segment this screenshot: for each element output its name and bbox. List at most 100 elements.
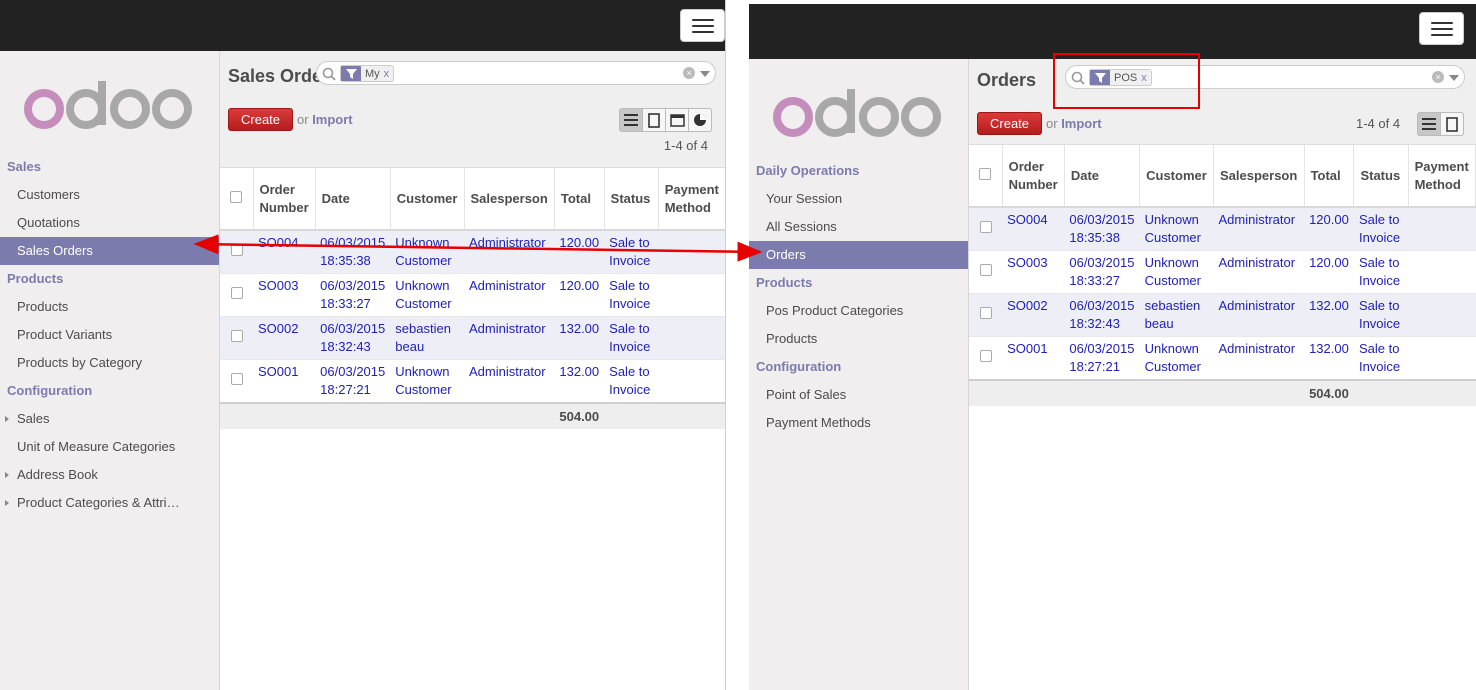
select-all-checkbox[interactable] bbox=[230, 190, 243, 203]
footer-cell bbox=[1064, 379, 1140, 406]
sidebar-item[interactable]: Orders bbox=[749, 241, 968, 269]
hamburger-menu-icon[interactable] bbox=[1419, 12, 1464, 45]
footer-cell bbox=[1213, 379, 1305, 406]
column-header[interactable]: Total bbox=[1304, 145, 1355, 208]
column-header[interactable]: Date bbox=[315, 168, 391, 231]
sidebar-item[interactable]: Products bbox=[749, 325, 968, 353]
cell-customer: sebastien beau bbox=[390, 316, 464, 360]
sidebar-item[interactable]: Sales bbox=[0, 405, 219, 433]
row-checkbox-cell bbox=[969, 206, 1003, 251]
main-content: Orders POS x × Create or Import 1-4 of 4… bbox=[969, 59, 1476, 690]
row-checkbox[interactable] bbox=[979, 350, 992, 362]
column-header[interactable]: Customer bbox=[390, 168, 465, 231]
search-input[interactable]: My x × bbox=[316, 61, 716, 85]
footer-cell bbox=[390, 402, 464, 429]
column-header[interactable]: Status bbox=[604, 168, 659, 231]
clear-search-icon[interactable]: × bbox=[1432, 71, 1444, 83]
cell-customer: Unknown Customer bbox=[390, 229, 464, 274]
odoo-logo bbox=[773, 89, 941, 137]
table-row[interactable]: SO004 06/03/2015 18:35:38 Unknown Customer… bbox=[220, 229, 725, 274]
sidebar-item[interactable]: Address Book bbox=[0, 461, 219, 489]
cell-total: 120.00 bbox=[554, 229, 605, 274]
expand-caret-icon[interactable] bbox=[5, 472, 9, 478]
select-all-checkbox-cell bbox=[969, 145, 1003, 208]
column-header[interactable]: Salesperson bbox=[464, 168, 555, 231]
orders-table: Order Number Date Customer Salesperson Total… bbox=[220, 168, 725, 429]
total-sum: 504.00 bbox=[554, 402, 605, 429]
table-row[interactable]: SO001 06/03/2015 18:27:21 Unknown Customer… bbox=[969, 336, 1476, 380]
sidebar-item-label: Configuration bbox=[7, 383, 93, 398]
table-row[interactable]: SO004 06/03/2015 18:35:38 Unknown Customer… bbox=[969, 206, 1476, 251]
import-link[interactable]: Import bbox=[1061, 116, 1101, 131]
hamburger-menu-icon[interactable] bbox=[680, 9, 725, 42]
sidebar-section-heading: Daily Operations bbox=[749, 157, 968, 185]
calendar-view-icon[interactable] bbox=[665, 108, 689, 132]
form-view-icon[interactable] bbox=[1440, 112, 1464, 136]
import-link[interactable]: Import bbox=[312, 112, 352, 127]
orders-table: Order Number Date Customer Salesperson Total… bbox=[969, 145, 1476, 406]
cell-date: 06/03/2015 18:33:27 bbox=[315, 273, 391, 317]
select-all-checkbox-cell bbox=[220, 168, 254, 231]
row-checkbox[interactable] bbox=[230, 244, 243, 256]
column-header[interactable]: Order Number bbox=[1002, 145, 1065, 208]
facet-label: My bbox=[365, 67, 380, 80]
column-header[interactable]: Customer bbox=[1139, 145, 1214, 208]
sidebar-item[interactable]: Sales Orders bbox=[0, 237, 219, 265]
list-view-icon[interactable] bbox=[1417, 112, 1441, 136]
sidebar-item[interactable]: Products by Category bbox=[0, 349, 219, 377]
table-row[interactable]: SO003 06/03/2015 18:33:27 Unknown Customer… bbox=[220, 273, 725, 317]
sidebar-item[interactable]: All Sessions bbox=[749, 213, 968, 241]
cell-customer: Unknown Customer bbox=[1139, 250, 1214, 294]
view-switcher bbox=[619, 108, 712, 132]
table-row[interactable]: SO002 06/03/2015 18:32:43 sebastien beau Ad… bbox=[969, 293, 1476, 337]
column-header[interactable]: Payment Method bbox=[1408, 145, 1476, 208]
column-header[interactable]: Order Number bbox=[253, 168, 316, 231]
expand-caret-icon[interactable] bbox=[5, 416, 9, 422]
or-import: or Import bbox=[1046, 116, 1102, 131]
list-view-icon[interactable] bbox=[619, 108, 643, 132]
column-header[interactable]: Status bbox=[1353, 145, 1409, 208]
table-row[interactable]: SO003 06/03/2015 18:33:27 Unknown Customer… bbox=[969, 250, 1476, 294]
column-header[interactable]: Date bbox=[1064, 145, 1141, 208]
sidebar-item[interactable]: Point of Sales bbox=[749, 381, 968, 409]
sidebar-item[interactable]: Quotations bbox=[0, 209, 219, 237]
sidebar-item-label: Sales Orders bbox=[17, 243, 93, 258]
row-checkbox[interactable] bbox=[230, 330, 243, 342]
select-all-checkbox[interactable] bbox=[979, 167, 992, 180]
row-checkbox[interactable] bbox=[979, 221, 992, 233]
sidebar-item-label: Address Book bbox=[17, 467, 98, 482]
table-row[interactable]: SO001 06/03/2015 18:27:21 Unknown Customer… bbox=[220, 359, 725, 403]
form-view-icon[interactable] bbox=[642, 108, 666, 132]
sidebar-section-heading: Products bbox=[749, 269, 968, 297]
expand-caret-icon[interactable] bbox=[5, 500, 9, 506]
table-row[interactable]: SO002 06/03/2015 18:32:43 sebastien beau Ad… bbox=[220, 316, 725, 360]
create-button[interactable]: Create bbox=[228, 108, 294, 131]
sidebar-item[interactable]: Unit of Measure Categories bbox=[0, 433, 219, 461]
sidebar-item[interactable]: Your Session bbox=[749, 185, 968, 213]
row-checkbox[interactable] bbox=[979, 307, 992, 319]
column-header[interactable]: Salesperson bbox=[1213, 145, 1305, 208]
sidebar-item[interactable]: Payment Methods bbox=[749, 409, 968, 437]
clear-search-icon[interactable]: × bbox=[683, 67, 695, 79]
graph-view-icon[interactable] bbox=[688, 108, 712, 132]
search-options-chevron-icon[interactable] bbox=[700, 71, 710, 77]
cell-date: 06/03/2015 18:27:21 bbox=[1064, 336, 1140, 380]
sidebar-item-label: Sales bbox=[7, 159, 41, 174]
row-checkbox[interactable] bbox=[230, 373, 243, 385]
facet-remove-icon[interactable]: x bbox=[384, 68, 390, 80]
row-checkbox[interactable] bbox=[979, 264, 992, 276]
column-header[interactable]: Payment Method bbox=[658, 168, 725, 231]
create-button[interactable]: Create bbox=[977, 112, 1043, 135]
sidebar-item[interactable]: Customers bbox=[0, 181, 219, 209]
sidebar-item[interactable]: Products bbox=[0, 293, 219, 321]
cell-total: 120.00 bbox=[554, 273, 605, 317]
cell-payment bbox=[658, 229, 725, 274]
cell-number: SO001 bbox=[1002, 336, 1065, 380]
column-header[interactable]: Total bbox=[554, 168, 605, 231]
sidebar-item[interactable]: Product Variants bbox=[0, 321, 219, 349]
cell-salesperson: Administrator bbox=[464, 359, 555, 403]
sidebar-item[interactable]: Product Categories & Attri… bbox=[0, 489, 219, 517]
row-checkbox[interactable] bbox=[230, 287, 243, 299]
sidebar-item[interactable]: Pos Product Categories bbox=[749, 297, 968, 325]
search-options-chevron-icon[interactable] bbox=[1449, 75, 1459, 81]
